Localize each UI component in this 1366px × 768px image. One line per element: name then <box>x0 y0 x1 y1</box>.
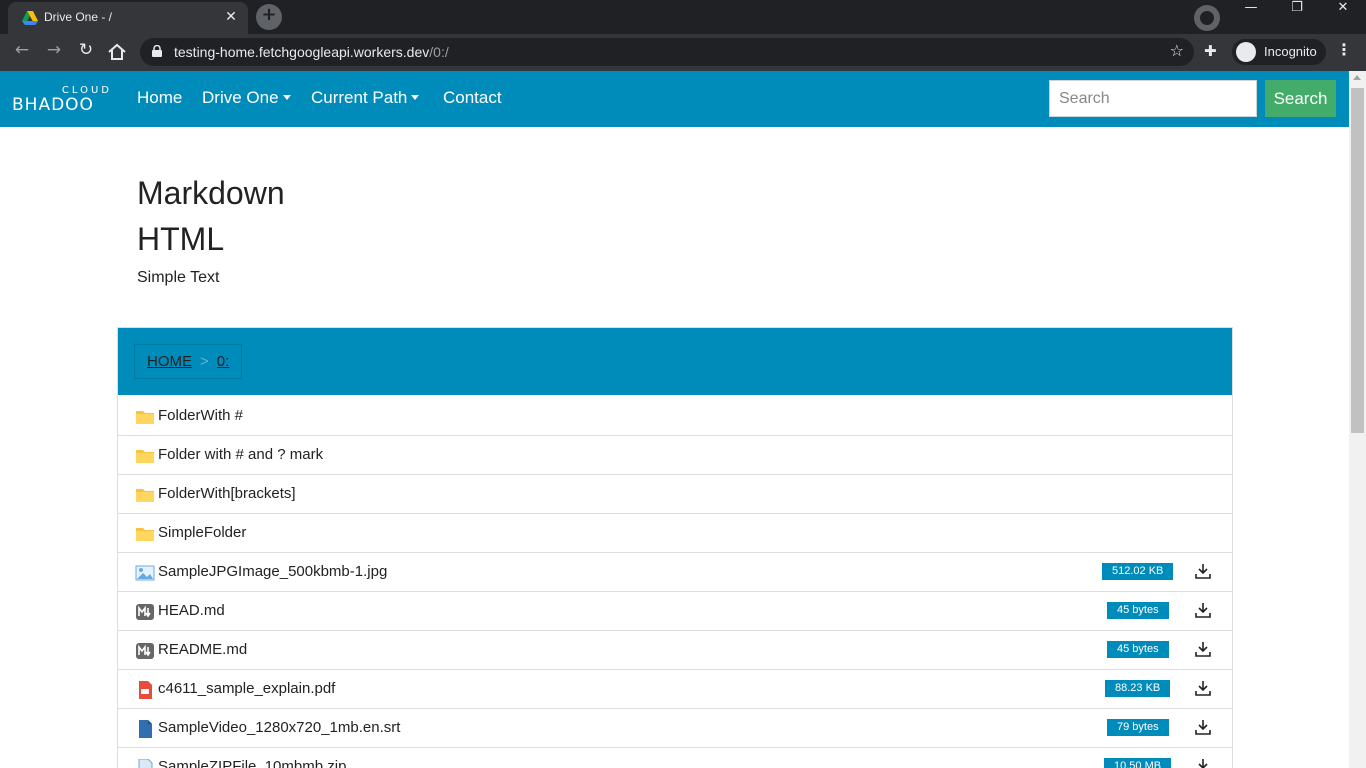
incognito-profile-button[interactable]: Incognito <box>1232 39 1326 65</box>
file-size-badge: 45 bytes <box>1107 602 1169 619</box>
site-logo[interactable]: CLOUD BHADOO <box>12 85 112 115</box>
back-icon[interactable]: ← <box>10 40 34 64</box>
browser-toolbar: ← → ↻ testing-home.fetchgoogleapi.worker… <box>0 34 1366 71</box>
breadcrumb-home[interactable]: HOME <box>147 353 192 370</box>
page-scrollbar[interactable] <box>1349 71 1366 768</box>
reload-icon[interactable]: ↻ <box>74 40 98 64</box>
scroll-thumb[interactable] <box>1351 88 1364 433</box>
file-name[interactable]: Folder with # and ? mark <box>158 446 323 463</box>
folder-icon <box>135 447 155 465</box>
search-input[interactable] <box>1049 80 1257 117</box>
caret-down-icon <box>282 95 291 100</box>
restore-icon[interactable]: ❐ <box>1274 0 1320 30</box>
breadcrumb-current[interactable]: 0: <box>217 353 230 370</box>
google-drive-icon <box>22 11 38 25</box>
file-row[interactable]: Folder with # and ? mark <box>118 436 1232 475</box>
folder-icon <box>135 408 155 426</box>
pdf-icon <box>135 681 155 699</box>
tab-search-icon[interactable] <box>1194 5 1220 31</box>
folder-icon <box>135 486 155 504</box>
nav-contact[interactable]: Contact <box>443 88 502 108</box>
markdown-heading: Markdown <box>137 175 285 211</box>
file-name[interactable]: c4611_sample_explain.pdf <box>158 680 335 697</box>
file-name[interactable]: FolderWith[brackets] <box>158 485 296 502</box>
lock-icon <box>152 45 162 57</box>
file-name[interactable]: SampleZIPFile_10mbmb.zip <box>158 758 346 768</box>
download-icon[interactable] <box>1194 718 1212 736</box>
file-row[interactable]: SimpleFolder <box>118 514 1232 553</box>
download-icon[interactable] <box>1194 562 1212 580</box>
close-window-icon[interactable]: ✕ <box>1320 0 1366 30</box>
file-name[interactable]: SimpleFolder <box>158 524 246 541</box>
markdown-icon <box>135 603 155 621</box>
browser-menu-icon[interactable]: ⋮ <box>1336 40 1352 59</box>
file-row[interactable]: FolderWith # <box>118 397 1232 436</box>
file-name[interactable]: FolderWith # <box>158 407 243 424</box>
file-name[interactable]: SampleJPGImage_500kbmb-1.jpg <box>158 563 387 580</box>
logo-main-text: BHADOO <box>12 95 94 115</box>
url-text: testing-home.fetchgoogleapi.workers.dev/… <box>174 44 449 60</box>
breadcrumb: HOME >0: <box>134 344 243 379</box>
file-row[interactable]: SampleJPGImage_500kbmb-1.jpg 512.02 KB <box>118 553 1232 592</box>
file-size-badge: 79 bytes <box>1107 719 1169 736</box>
archive-icon <box>135 758 155 768</box>
minimize-icon[interactable]: — <box>1228 0 1274 30</box>
nav-drive-one[interactable]: Drive One <box>202 88 291 108</box>
file-row[interactable]: c4611_sample_explain.pdf 88.23 KB <box>118 670 1232 709</box>
file-size-badge: 512.02 KB <box>1102 563 1174 580</box>
tab-title: Drive One - / <box>44 10 113 24</box>
file-name[interactable]: SampleVideo_1280x720_1mb.en.srt <box>158 719 400 736</box>
site-navbar: CLOUD BHADOO Home Drive One Current Path… <box>0 71 1349 127</box>
browser-tab-bar: Drive One - / ✕ + — ❐ ✕ <box>0 0 1366 34</box>
file-row[interactable]: SampleZIPFile_10mbmb.zip 10.50 MB <box>118 748 1232 768</box>
scroll-up-icon[interactable] <box>1353 75 1361 80</box>
file-list: FolderWith # Folder with # and ? mark Fold… <box>118 397 1232 768</box>
nav-home[interactable]: Home <box>137 88 182 108</box>
page-viewport: CLOUD BHADOO Home Drive One Current Path… <box>0 71 1349 768</box>
card-header: HOME >0: <box>118 328 1232 395</box>
incognito-label: Incognito <box>1264 44 1317 59</box>
download-icon[interactable] <box>1194 679 1212 697</box>
file-list-card: HOME >0: FolderWith # Folder with # and ? … <box>117 327 1233 768</box>
file-row[interactable]: SampleVideo_1280x720_1mb.en.srt 79 bytes <box>118 709 1232 748</box>
extensions-icon[interactable]: ✚ <box>1204 42 1224 62</box>
simple-text: Simple Text <box>137 269 220 286</box>
file-size-badge: 88.23 KB <box>1105 680 1171 697</box>
download-icon[interactable] <box>1194 601 1212 619</box>
image-icon <box>135 564 155 582</box>
html-heading: HTML <box>137 221 225 257</box>
markdown-icon <box>135 642 155 660</box>
forward-icon[interactable]: → <box>42 40 66 64</box>
caret-down-icon <box>411 95 420 100</box>
bookmark-star-icon[interactable]: ☆ <box>1170 41 1184 60</box>
file-size-badge: 45 bytes <box>1107 641 1169 658</box>
download-icon[interactable] <box>1194 757 1212 768</box>
close-tab-icon[interactable]: ✕ <box>222 8 240 26</box>
breadcrumb-separator: > <box>200 353 209 370</box>
incognito-icon <box>1236 42 1256 62</box>
download-icon[interactable] <box>1194 640 1212 658</box>
folder-icon <box>135 525 155 543</box>
nav-current-path[interactable]: Current Path <box>311 88 420 108</box>
new-tab-button[interactable]: + <box>256 4 282 30</box>
file-name[interactable]: README.md <box>158 641 247 658</box>
search-button[interactable]: Search <box>1265 80 1336 117</box>
file-row[interactable]: HEAD.md 45 bytes <box>118 592 1232 631</box>
address-bar[interactable]: testing-home.fetchgoogleapi.workers.dev/… <box>140 38 1194 66</box>
browser-tab[interactable]: Drive One - / ✕ <box>8 2 248 34</box>
file-size-badge: 10.50 MB <box>1104 758 1172 768</box>
file-name[interactable]: HEAD.md <box>158 602 225 619</box>
file-row[interactable]: FolderWith[brackets] <box>118 475 1232 514</box>
file-row[interactable]: README.md 45 bytes <box>118 631 1232 670</box>
home-icon[interactable] <box>106 41 128 63</box>
subtitle-icon <box>135 720 155 738</box>
